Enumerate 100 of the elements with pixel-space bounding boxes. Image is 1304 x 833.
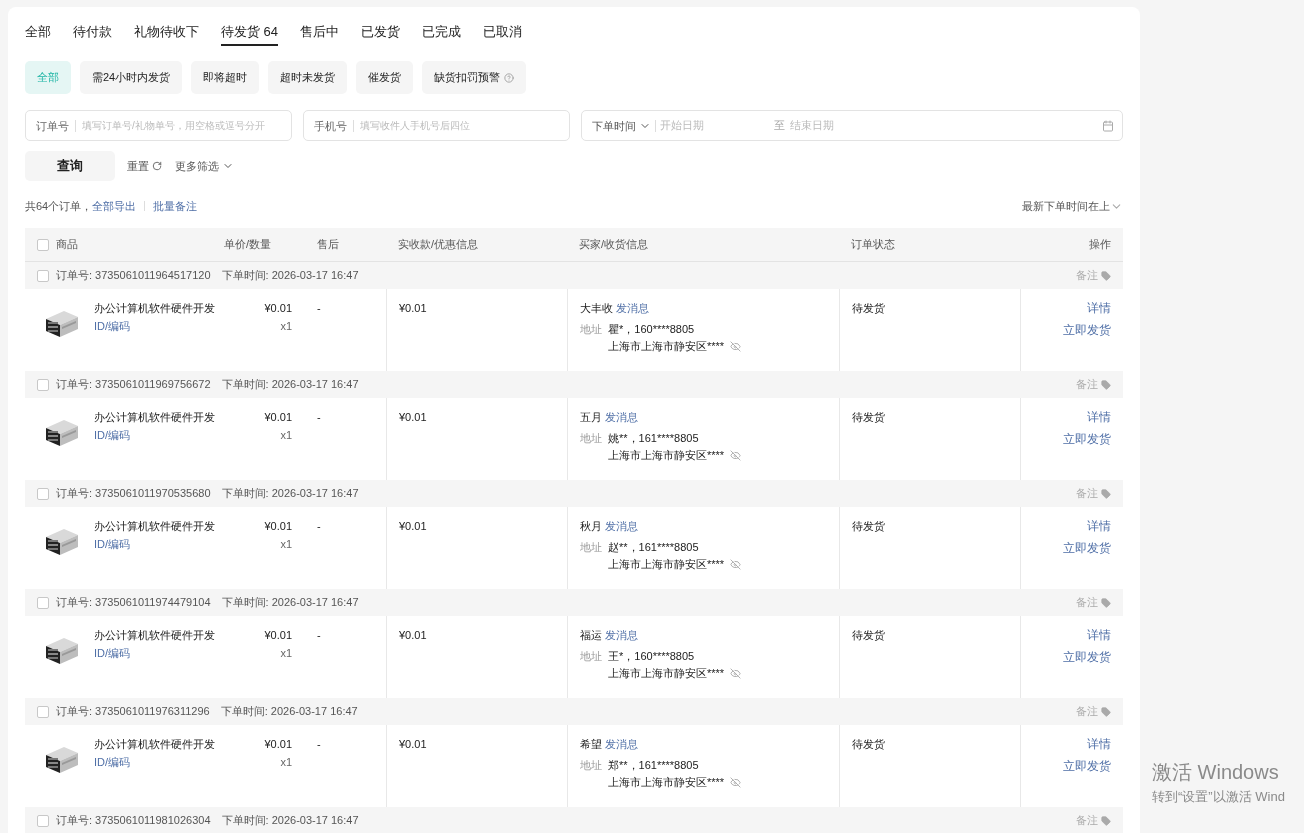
sort-select[interactable]: 最新下单时间在上 [1022, 197, 1123, 215]
operation-link[interactable]: 详情 [1087, 735, 1111, 753]
reset-button[interactable]: 重置 [127, 157, 162, 175]
after-sale-value: - [317, 738, 321, 750]
address-text: 上海市上海市静安区**** [608, 775, 725, 790]
status-tab[interactable]: 已发货 [361, 20, 401, 46]
address-text: 上海市上海市静安区**** [608, 448, 725, 463]
send-message-link[interactable]: 发消息 [605, 518, 638, 535]
send-message-link[interactable]: 发消息 [605, 627, 638, 644]
send-message-link[interactable]: 发消息 [605, 736, 638, 753]
operation-link[interactable]: 立即发货 [1063, 430, 1111, 448]
status-tab[interactable]: 礼物待收下 [134, 20, 199, 46]
operation-link[interactable]: 详情 [1087, 517, 1111, 535]
operation-link[interactable]: 详情 [1087, 299, 1111, 317]
unit-price: ¥0.01 [264, 737, 292, 752]
quantity: x1 [280, 427, 292, 443]
unit-price: ¥0.01 [264, 519, 292, 534]
date-range-field[interactable]: 下单时间 开始日期 至 结束日期 [581, 110, 1123, 141]
address-label: 地址 [580, 539, 602, 555]
order-status: 待发货 [852, 629, 885, 641]
checkbox[interactable] [37, 238, 49, 251]
operation-link[interactable]: 立即发货 [1063, 757, 1111, 775]
checkbox[interactable] [37, 487, 49, 500]
unit-price: ¥0.01 [264, 410, 292, 425]
buyer-name: 五月 [580, 410, 602, 425]
eye-off-icon[interactable] [730, 340, 742, 352]
quantity: x1 [280, 536, 292, 552]
checkbox[interactable] [37, 378, 49, 391]
amount: ¥0.01 [399, 411, 427, 423]
refresh-icon [152, 161, 162, 171]
column-header: 售后 [317, 238, 339, 251]
buyer-name: 秋月 [580, 519, 602, 534]
operation-link[interactable]: 立即发货 [1063, 321, 1111, 339]
order-number: 订单号: 3735061011976311296 [56, 704, 210, 720]
recipient-info: 赵**，161****8805 [608, 539, 700, 555]
tag-icon [1101, 597, 1111, 608]
status-tab[interactable]: 已取消 [483, 20, 523, 46]
filter-chip[interactable]: 即将超时 [191, 61, 260, 94]
product-code-link[interactable]: ID/编码 [94, 426, 215, 443]
column-header: 买家/收货信息 [579, 238, 649, 251]
order-status: 待发货 [852, 411, 885, 423]
recipient-info: 瞿*，160****8805 [608, 321, 696, 337]
order-number: 订单号: 3735061011981026304 [56, 813, 211, 829]
field-label: 手机号 [314, 119, 354, 132]
product-code-link[interactable]: ID/编码 [94, 535, 215, 552]
operation-link[interactable]: 立即发货 [1063, 648, 1111, 666]
export-all-link[interactable]: 全部导出 [92, 197, 137, 215]
order-number: 订单号: 3735061011969756672 [56, 377, 211, 393]
send-message-link[interactable]: 发消息 [605, 409, 638, 426]
send-message-link[interactable]: 发消息 [616, 300, 649, 317]
order-time: 下单时间: 2026-03-17 16:47 [221, 595, 359, 611]
batch-note-link[interactable]: 批量备注 [153, 197, 198, 215]
product-code-link[interactable]: ID/编码 [94, 753, 215, 770]
date-type-select[interactable]: 下单时间 [592, 119, 656, 132]
tag-icon [1101, 270, 1111, 281]
operation-link[interactable]: 详情 [1087, 626, 1111, 644]
status-tab[interactable]: 待付款 [73, 20, 112, 46]
status-tab[interactable]: 全部 [25, 20, 51, 46]
checkbox[interactable] [37, 596, 49, 609]
start-date-input[interactable]: 开始日期 [660, 117, 770, 134]
activation-message: 转到“设置”以激活 Wind [1152, 788, 1285, 806]
end-date-input[interactable]: 结束日期 [790, 117, 1102, 134]
filter-chip[interactable]: 催发货 [356, 61, 414, 94]
tag-icon [1101, 815, 1111, 826]
column-header: 单价/数量 [224, 238, 272, 251]
eye-off-icon[interactable] [730, 449, 742, 461]
eye-off-icon[interactable] [730, 558, 742, 570]
order-number: 订单号: 3735061011974479104 [56, 595, 211, 611]
eye-off-icon[interactable] [730, 776, 742, 788]
product-code-link[interactable]: ID/编码 [94, 317, 215, 334]
filter-chip[interactable]: 缺货扣罚预警 [422, 61, 527, 94]
checkbox[interactable] [37, 705, 49, 718]
address-label: 地址 [580, 321, 602, 337]
product-code-link[interactable]: ID/编码 [94, 644, 215, 661]
product-name: 办公计算机软件硬件开发 [94, 301, 215, 316]
buyer-name: 希望 [580, 737, 602, 752]
status-tab[interactable]: 售后中 [300, 20, 340, 46]
query-button[interactable]: 查询 [25, 151, 115, 181]
order-time: 下单时间: 2026-03-17 16:47 [220, 704, 358, 720]
checkbox[interactable] [37, 269, 49, 282]
status-tab[interactable]: 已完成 [422, 20, 462, 46]
help-icon [504, 72, 515, 83]
status-tab[interactable]: 待发货 64 [221, 20, 279, 46]
filter-chip[interactable]: 超时未发货 [268, 61, 348, 94]
field-label: 订单号 [36, 119, 76, 132]
operation-link[interactable]: 立即发货 [1063, 539, 1111, 557]
filter-chip[interactable]: 需24小时内发货 [80, 61, 183, 94]
product-name: 办公计算机软件硬件开发 [94, 519, 215, 534]
quantity: x1 [280, 754, 292, 770]
tag-icon [1101, 488, 1111, 499]
address-text: 上海市上海市静安区**** [608, 557, 725, 572]
eye-off-icon[interactable] [730, 667, 742, 679]
recipient-info: 郑**，161****8805 [608, 757, 700, 773]
order-time: 下单时间: 2026-03-17 16:47 [221, 377, 359, 393]
operation-link[interactable]: 详情 [1087, 408, 1111, 426]
calendar-icon [1102, 119, 1114, 132]
order-status: 待发货 [852, 738, 885, 750]
checkbox[interactable] [37, 814, 49, 827]
more-filters-button[interactable]: 更多筛选 [175, 157, 234, 175]
amount: ¥0.01 [399, 520, 427, 532]
